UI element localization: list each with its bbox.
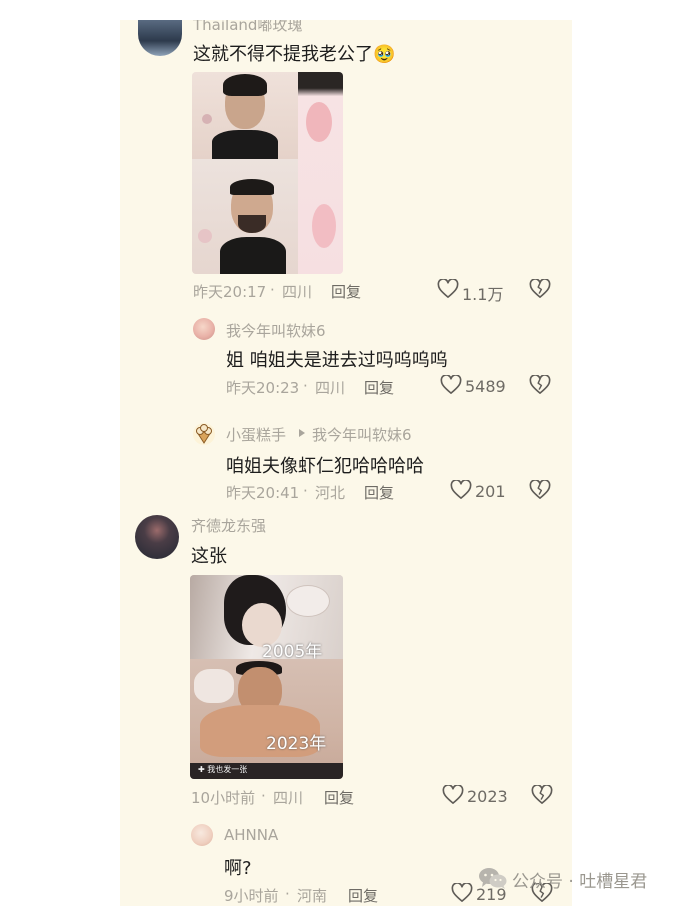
avatar[interactable] [193,423,215,445]
broken-heart-icon[interactable] [529,375,551,395]
reply-author[interactable]: 我今年叫软妹6 [226,320,326,341]
meta-separator: · [270,281,275,299]
reply-button[interactable]: 回复 [364,482,394,503]
heart-outline-icon[interactable] [440,375,462,395]
meta-separator: · [303,377,308,395]
comment-text: 这就不得不提我老公了🥹 [193,44,396,65]
reply-author[interactable]: AHNNA [224,826,278,844]
watermark-text: 公众号 · 吐槽星君 [512,872,648,892]
heart-outline-icon[interactable] [437,279,459,299]
broken-heart-icon[interactable] [531,785,553,805]
comment-author[interactable]: 齐德龙东强 [191,515,266,536]
comment-panel: Thailand嘟玫瑰 这就不得不提我老公了🥹 昨天20:17 · 四川 回复 … [120,20,572,906]
comment-location: 四川 [282,283,313,301]
heart-outline-icon[interactable] [451,883,473,903]
comment-photo[interactable] [192,72,343,274]
reply-time: 昨天20:41 [226,484,300,502]
reply-text: 啊? [224,858,252,879]
reply-location: 四川 [315,379,346,397]
reply-button[interactable]: 回复 [348,885,378,906]
comment-photo[interactable]: 2005年 2023年 ✚ 我也发一张 [190,575,343,779]
heart-outline-icon[interactable] [450,480,472,500]
comment-location: 四川 [273,789,304,807]
reply-to-author[interactable]: 我今年叫软妹6 [312,424,412,445]
reply-text: 咱姐夫像虾仁犯哈哈哈哈 [226,456,424,477]
like-count: 5489 [465,377,506,396]
reply-arrow-icon [298,428,306,438]
reply-author[interactable]: 小蛋糕手 [226,424,286,445]
photo-tag[interactable]: ✚ 我也发一张 [198,764,247,775]
avatar[interactable] [191,824,213,846]
meta-separator: · [261,787,266,805]
reply-time: 昨天20:23 [226,379,300,397]
heart-outline-icon[interactable] [442,785,464,805]
comment-text: 这张 [191,546,227,567]
like-count: 2023 [467,787,508,806]
reply-location: 河北 [315,484,346,502]
photo-year-label: 2023年 [266,734,327,754]
reply-time: 9小时前 [224,887,279,905]
broken-heart-icon[interactable] [529,480,551,500]
wechat-logo-icon [478,866,508,890]
meta-separator: · [303,482,308,500]
reply-button[interactable]: 回复 [331,281,361,302]
reply-button[interactable]: 回复 [364,377,394,398]
like-count: 1.1万 [462,285,504,304]
meta-separator: · [285,885,290,903]
avatar[interactable] [135,515,179,559]
reply-button[interactable]: 回复 [324,787,354,808]
reply-text: 姐 咱姐夫是进去过吗呜呜呜 [226,350,448,371]
like-count: 201 [475,482,506,501]
reply-location: 河南 [297,887,328,905]
avatar[interactable] [138,20,182,56]
broken-heart-icon[interactable] [529,279,551,299]
avatar[interactable] [193,318,215,340]
comment-time: 10小时前 [191,789,256,807]
comment-author[interactable]: Thailand嘟玫瑰 [193,20,302,35]
comment-time: 昨天20:17 [193,283,267,301]
